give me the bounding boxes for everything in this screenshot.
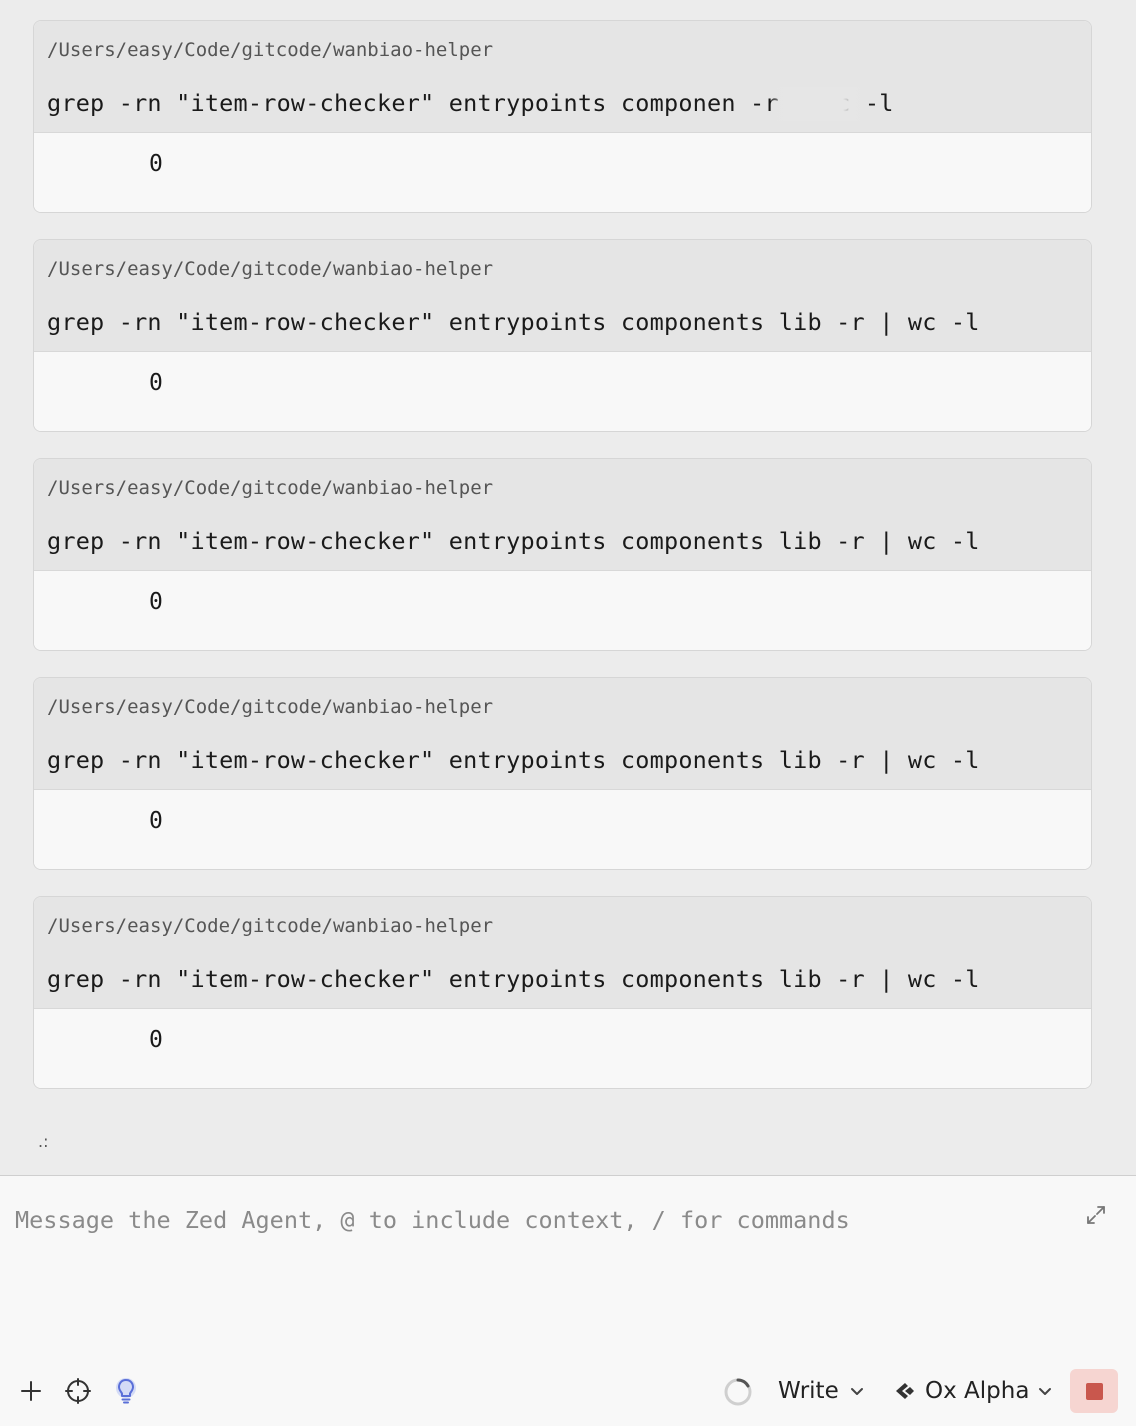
terminal-block: /Users/easy/Code/gitcode/wanbiao-helper … xyxy=(33,896,1092,1089)
message-input[interactable] xyxy=(15,1206,1055,1234)
message-composer: Write Ox Alpha xyxy=(0,1175,1136,1426)
redacted-region xyxy=(771,87,867,121)
terminal-output-text: 0 xyxy=(149,151,163,177)
terminal-output-text: 0 xyxy=(149,808,163,834)
terminal-output-text: 0 xyxy=(149,589,163,615)
mode-label: Write xyxy=(778,1378,839,1404)
terminal-cwd: /Users/easy/Code/gitcode/wanbiao-helper xyxy=(47,915,494,937)
terminal-header[interactable]: /Users/easy/Code/gitcode/wanbiao-helper … xyxy=(34,678,1091,790)
lightbulb-icon[interactable] xyxy=(111,1376,141,1406)
terminal-cwd: /Users/easy/Code/gitcode/wanbiao-helper xyxy=(47,258,494,280)
terminal-output: 0 xyxy=(34,133,1091,212)
model-label: Ox Alpha xyxy=(925,1378,1030,1404)
drag-handle-icon[interactable]: .: xyxy=(38,1132,48,1151)
model-logo-icon xyxy=(896,1383,914,1399)
terminal-command: grep -rn "item-row-checker" entrypoints … xyxy=(47,308,980,336)
terminal-block: /Users/easy/Code/gitcode/wanbiao-helper … xyxy=(33,20,1092,213)
chevron-down-icon xyxy=(1039,1388,1052,1395)
stop-button[interactable] xyxy=(1070,1369,1118,1413)
terminal-command: grep -rn "item-row-checker" entrypoints … xyxy=(47,746,980,774)
terminal-output-text: 0 xyxy=(149,370,163,396)
terminal-header[interactable]: /Users/easy/Code/gitcode/wanbiao-helper … xyxy=(34,21,1091,133)
mode-selector[interactable]: Write xyxy=(778,1374,865,1408)
terminal-cwd: /Users/easy/Code/gitcode/wanbiao-helper xyxy=(47,39,494,61)
terminal-output: 0 xyxy=(34,571,1091,650)
crosshair-icon[interactable] xyxy=(63,1376,93,1406)
terminal-cwd: /Users/easy/Code/gitcode/wanbiao-helper xyxy=(47,477,494,499)
terminal-block: /Users/easy/Code/gitcode/wanbiao-helper … xyxy=(33,239,1092,432)
terminal-output: 0 xyxy=(34,1009,1091,1088)
terminal-output-text: 0 xyxy=(149,1027,163,1053)
terminal-header[interactable]: /Users/easy/Code/gitcode/wanbiao-helper … xyxy=(34,897,1091,1009)
terminal-block: /Users/easy/Code/gitcode/wanbiao-helper … xyxy=(33,677,1092,870)
terminal-output: 0 xyxy=(34,790,1091,869)
stop-icon xyxy=(1085,1382,1103,1400)
terminal-command: grep -rn "item-row-checker" entrypoints … xyxy=(47,527,980,555)
terminal-cwd: /Users/easy/Code/gitcode/wanbiao-helper xyxy=(47,696,494,718)
terminal-command: grep -rn "item-row-checker" entrypoints … xyxy=(47,965,980,993)
expand-icon[interactable] xyxy=(1083,1202,1109,1228)
spinner-icon xyxy=(724,1378,752,1406)
terminal-header[interactable]: /Users/easy/Code/gitcode/wanbiao-helper … xyxy=(34,459,1091,571)
plus-icon[interactable] xyxy=(16,1376,46,1406)
agent-thread: /Users/easy/Code/gitcode/wanbiao-helper … xyxy=(0,0,1136,1175)
model-selector[interactable]: Ox Alpha xyxy=(893,1374,1053,1408)
terminal-block: /Users/easy/Code/gitcode/wanbiao-helper … xyxy=(33,458,1092,651)
terminal-header[interactable]: /Users/easy/Code/gitcode/wanbiao-helper … xyxy=(34,240,1091,352)
chevron-down-icon xyxy=(850,1388,863,1395)
terminal-command: grep -rn "item-row-checker" entrypoints … xyxy=(47,89,894,117)
terminal-output: 0 xyxy=(34,352,1091,431)
